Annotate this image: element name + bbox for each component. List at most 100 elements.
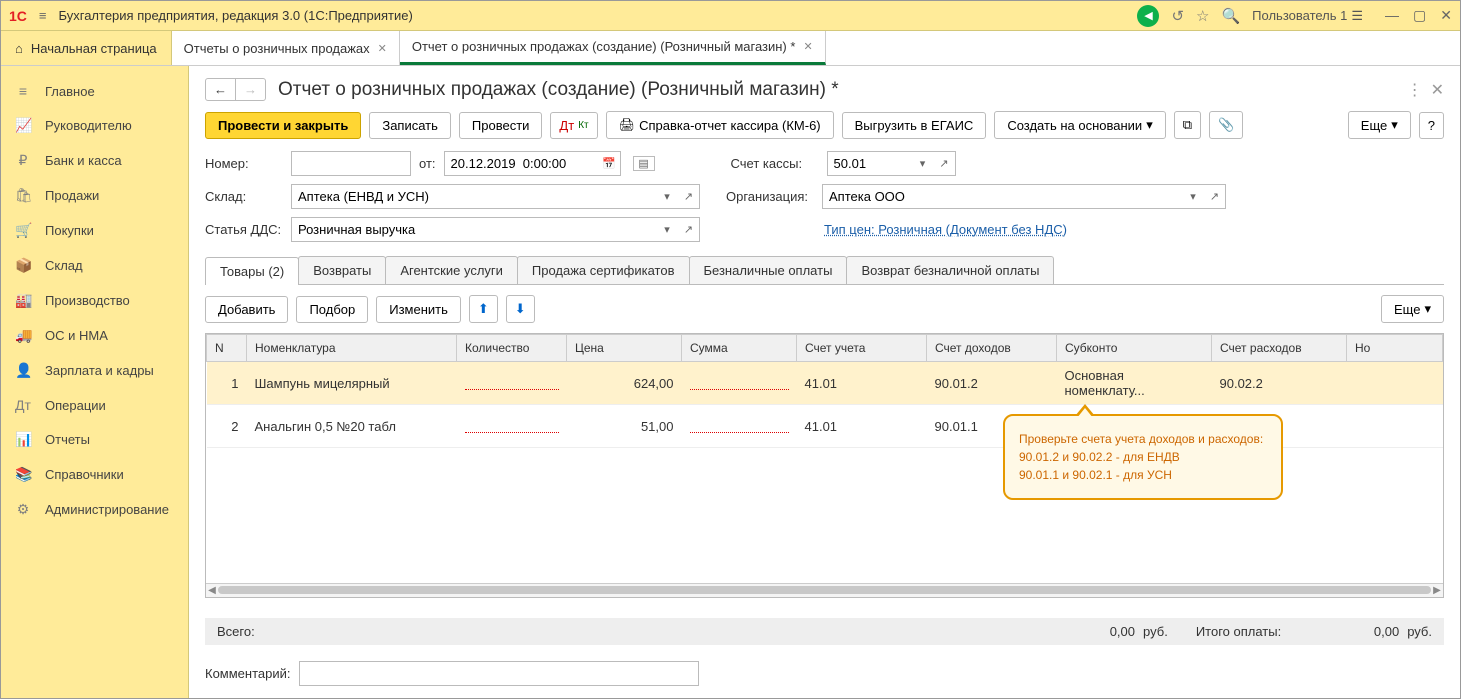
edit-button[interactable]: Изменить: [376, 296, 461, 323]
more-actions-icon[interactable]: ⋮: [1407, 80, 1423, 100]
history-icon[interactable]: ↺: [1171, 7, 1184, 25]
attach-button[interactable]: 📎: [1209, 111, 1243, 139]
close-icon[interactable]: ✕: [378, 42, 387, 55]
sidebar-item-assets[interactable]: 🚚ОС и НМА: [1, 318, 188, 353]
close-button[interactable]: ✕: [1440, 7, 1452, 24]
open-icon[interactable]: ↗: [934, 151, 956, 176]
truck-icon: 🚚: [15, 327, 31, 344]
sum-cell[interactable]: [690, 419, 789, 433]
post-button[interactable]: Провести: [459, 112, 543, 139]
chevron-down-icon[interactable]: ▾: [1182, 184, 1204, 209]
cashier-report-button[interactable]: 🖨 Справка-отчет кассира (КМ-6): [606, 111, 834, 139]
open-icon[interactable]: ↗: [678, 184, 700, 209]
bag-icon: 🛍: [15, 187, 31, 204]
close-icon[interactable]: ✕: [803, 40, 812, 53]
tab-cashless[interactable]: Безналичные оплаты: [689, 256, 848, 284]
price-type-link[interactable]: Тип цен: Розничная (Документ без НДС): [824, 222, 1067, 237]
add-row-button[interactable]: Добавить: [205, 296, 288, 323]
save-button[interactable]: Записать: [369, 112, 451, 139]
sidebar-item-sales[interactable]: 🛍Продажи: [1, 178, 188, 213]
tab-certificates[interactable]: Продажа сертификатов: [517, 256, 690, 284]
sidebar-item-admin[interactable]: ⚙Администрирование: [1, 492, 188, 527]
open-icon[interactable]: ↗: [1204, 184, 1226, 209]
tab-cashless-return[interactable]: Возврат безналичной оплаты: [846, 256, 1054, 284]
app-title: Бухгалтерия предприятия, редакция 3.0 (1…: [59, 8, 1126, 23]
gear-icon: ⚙: [15, 501, 31, 518]
col-sum[interactable]: Сумма: [682, 335, 797, 362]
period-icon[interactable]: ▤: [633, 156, 655, 171]
col-acc[interactable]: Счет учета: [797, 335, 927, 362]
org-input[interactable]: [822, 184, 1182, 209]
main-menu-icon[interactable]: ≡: [39, 8, 47, 23]
tab-returns[interactable]: Возвраты: [298, 256, 386, 284]
close-document-icon[interactable]: ✕: [1431, 80, 1444, 100]
from-label: от:: [419, 156, 436, 171]
sidebar-item-production[interactable]: 🏭Производство: [1, 283, 188, 318]
dtkt-button[interactable]: ДтКт: [550, 112, 597, 139]
number-input[interactable]: [291, 151, 411, 176]
structure-button[interactable]: ⧉: [1174, 111, 1201, 139]
sum-cell[interactable]: [690, 376, 789, 390]
chevron-down-icon: ▾: [1424, 301, 1431, 317]
col-nomenclature[interactable]: Номенклатура: [247, 335, 457, 362]
logo-1c: 1C: [9, 8, 27, 24]
tab-goods[interactable]: Товары (2): [205, 257, 299, 285]
forward-button[interactable]: →: [236, 79, 265, 100]
dds-input[interactable]: [291, 217, 656, 242]
warehouse-input[interactable]: [291, 184, 656, 209]
qty-cell[interactable]: [465, 376, 559, 390]
horizontal-scrollbar[interactable]: ◀ ▶: [206, 583, 1443, 597]
col-qty[interactable]: Количество: [457, 335, 567, 362]
favorite-icon[interactable]: ☆: [1196, 7, 1209, 25]
table-row[interactable]: 1 Шампунь мицелярный 624,00 41.01 90.01.…: [207, 362, 1443, 405]
maximize-button[interactable]: ▢: [1413, 7, 1426, 24]
cash-account-input[interactable]: [827, 151, 912, 176]
sidebar-item-hr[interactable]: 👤Зарплата и кадры: [1, 353, 188, 388]
start-page-tab[interactable]: ⌂ Начальная страница: [1, 31, 172, 65]
notifications-icon[interactable]: ◀: [1137, 5, 1159, 27]
tab-report-list[interactable]: Отчеты о розничных продажах ✕: [172, 31, 400, 65]
bars-icon: 📊: [15, 431, 31, 448]
scroll-left-icon[interactable]: ◀: [206, 584, 218, 598]
scroll-thumb[interactable]: [218, 586, 1431, 594]
pick-button[interactable]: Подбор: [296, 296, 368, 323]
create-based-button[interactable]: Создать на основании ▾: [994, 111, 1165, 139]
sidebar-item-operations[interactable]: ДтОперации: [1, 388, 188, 422]
sidebar-item-main[interactable]: ≡Главное: [1, 74, 188, 108]
col-extra[interactable]: Но: [1347, 335, 1443, 362]
help-button[interactable]: ?: [1419, 112, 1444, 139]
move-up-button[interactable]: ⬆: [469, 295, 498, 323]
back-button[interactable]: ←: [206, 79, 236, 100]
post-and-close-button[interactable]: Провести и закрыть: [205, 112, 361, 139]
search-icon[interactable]: 🔍: [1221, 7, 1240, 25]
col-subconto[interactable]: Субконто: [1057, 335, 1212, 362]
date-input[interactable]: [444, 151, 599, 176]
sidebar-item-reports[interactable]: 📊Отчеты: [1, 422, 188, 457]
user-menu[interactable]: Пользователь 1 ☰: [1252, 8, 1363, 24]
chevron-down-icon: ▾: [1146, 117, 1153, 133]
tab-report-creation[interactable]: Отчет о розничных продажах (создание) (Р…: [400, 31, 826, 65]
more-button[interactable]: Еще ▾: [1348, 111, 1411, 139]
egais-button[interactable]: Выгрузить в ЕГАИС: [842, 112, 987, 139]
scroll-right-icon[interactable]: ▶: [1431, 584, 1443, 598]
calendar-icon[interactable]: 📅: [599, 151, 621, 176]
col-price[interactable]: Цена: [567, 335, 682, 362]
col-expense[interactable]: Счет расходов: [1212, 335, 1347, 362]
tab-agency[interactable]: Агентские услуги: [385, 256, 518, 284]
move-down-button[interactable]: ⬇: [506, 295, 535, 323]
col-n[interactable]: N: [207, 335, 247, 362]
chevron-down-icon[interactable]: ▾: [656, 184, 678, 209]
sidebar-item-references[interactable]: 📚Справочники: [1, 457, 188, 492]
sidebar-item-warehouse[interactable]: 📦Склад: [1, 248, 188, 283]
chevron-down-icon[interactable]: ▾: [912, 151, 934, 176]
sidebar-item-director[interactable]: 📈Руководителю: [1, 108, 188, 143]
chevron-down-icon[interactable]: ▾: [656, 217, 678, 242]
open-icon[interactable]: ↗: [678, 217, 700, 242]
minimize-button[interactable]: —: [1385, 7, 1399, 24]
comment-input[interactable]: [299, 661, 699, 686]
sidebar-item-bank[interactable]: ₽Банк и касса: [1, 143, 188, 178]
qty-cell[interactable]: [465, 419, 559, 433]
sidebar-item-purchases[interactable]: 🛒Покупки: [1, 213, 188, 248]
col-income[interactable]: Счет доходов: [927, 335, 1057, 362]
grid-more-button[interactable]: Еще ▾: [1381, 295, 1444, 323]
